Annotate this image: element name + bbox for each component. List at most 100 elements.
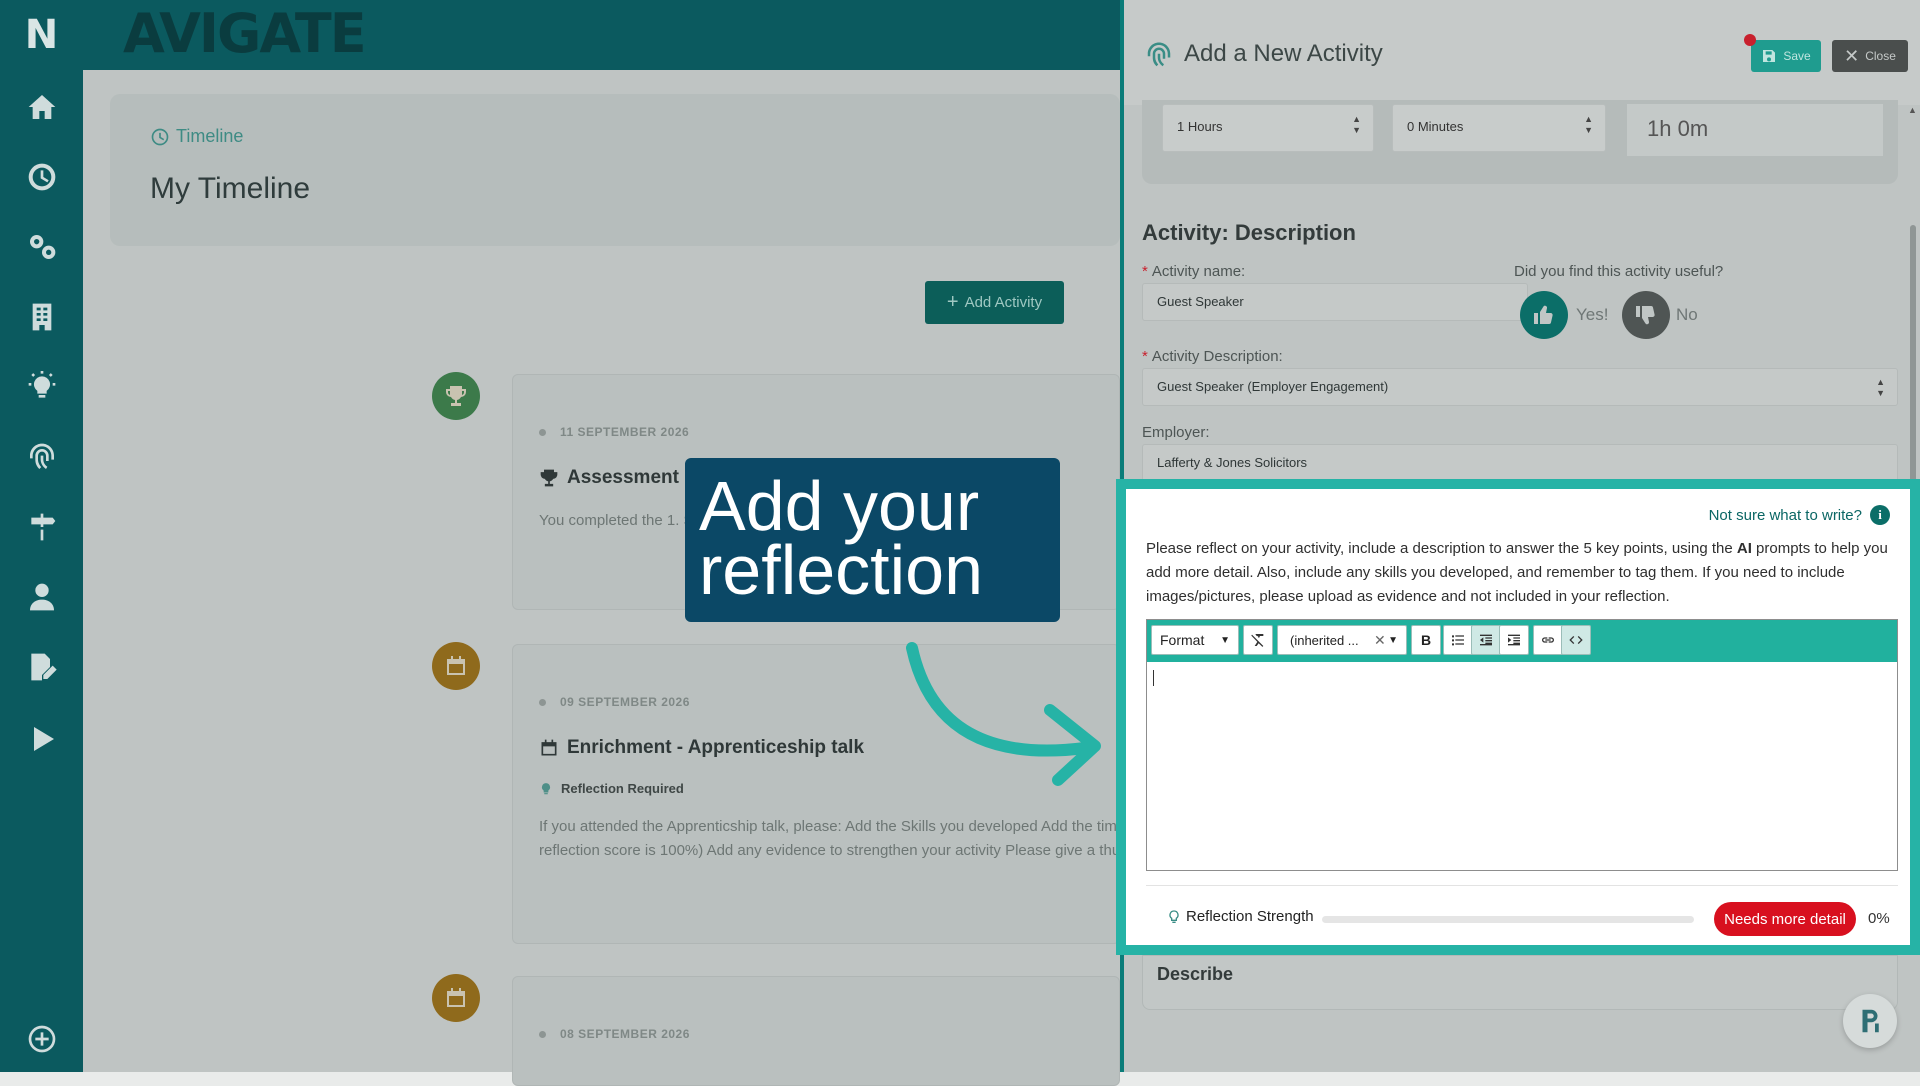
scroll-up-icon[interactable]: ▲ (1908, 105, 1917, 115)
add-activity-button[interactable]: + Add Activity (925, 281, 1064, 324)
close-label: Close (1865, 49, 1896, 63)
source-code-icon[interactable] (1561, 625, 1591, 655)
useful-no-label: No (1676, 305, 1698, 324)
font-dropdown[interactable]: (inherited ... ✕ ▼ (1277, 625, 1407, 655)
page-title: My Timeline (150, 172, 311, 205)
plus-circle-icon[interactable] (17, 1014, 67, 1064)
needs-more-detail-badge[interactable]: Needs more detail (1714, 902, 1856, 936)
minutes-select[interactable]: 0 Minutes (1392, 104, 1606, 152)
indent-icon[interactable] (1499, 625, 1529, 655)
cogs-icon[interactable] (17, 222, 67, 272)
breadcrumb-label: Timeline (176, 126, 244, 146)
breadcrumb[interactable]: Timeline (150, 126, 243, 147)
not-sure-link[interactable]: Not sure what to write? i (1709, 505, 1890, 525)
user-icon[interactable] (17, 572, 67, 622)
activity-description-label-text: Activity Description: (1151, 348, 1283, 365)
callout-line-1: Add your (699, 467, 980, 545)
font-label: (inherited ... (1290, 632, 1359, 648)
useful-yes-label: Yes! (1576, 305, 1609, 324)
format-dropdown[interactable]: Format ▼ (1151, 625, 1239, 655)
brand-logo[interactable]: AVIGATE (123, 2, 367, 65)
activity-name-label: * Activity name: (1142, 263, 1246, 280)
sidebar: N (0, 0, 83, 1072)
home-icon[interactable] (17, 82, 67, 132)
timeline-title-text: Enrichment - Apprenticeship talk (567, 737, 865, 758)
save-button[interactable]: Save (1751, 40, 1821, 72)
thumbs-down-icon[interactable] (1622, 291, 1670, 339)
strength-percent: 0% (1868, 910, 1890, 927)
format-label: Format (1160, 632, 1205, 648)
reflection-required-label: Reflection Required (561, 781, 684, 796)
activity-name-label-text: Activity name: (1151, 263, 1246, 280)
timeline-title: Enrichment - Apprenticeship talk (539, 737, 864, 759)
scroll-thumb[interactable] (1910, 225, 1916, 485)
bullet-list-icon[interactable] (1443, 625, 1473, 655)
describe-card[interactable]: Describe (1142, 955, 1898, 1010)
timeline-date: 11 SEPTEMBER 2026 (539, 425, 689, 439)
save-icon (1763, 50, 1776, 62)
page-header-card (110, 94, 1120, 246)
close-button[interactable]: ✕ Close (1832, 40, 1908, 72)
calendar-icon (432, 642, 480, 690)
timeline-title: Assessment ( (539, 467, 691, 489)
reflection-strength: Reflection Strength Needs more detail 0% (1146, 885, 1898, 947)
fingerprint-icon[interactable] (17, 432, 67, 482)
help-logo-icon (1862, 1009, 1879, 1033)
reflection-strength-text: Reflection Strength (1186, 908, 1314, 925)
calendar-icon (432, 974, 480, 1022)
fingerprint-icon (1147, 42, 1171, 67)
add-activity-label: Add Activity (964, 294, 1043, 311)
activity-description-label: * Activity Description: (1142, 348, 1283, 365)
duration-total: 1h 0m (1627, 104, 1883, 156)
clock-icon (151, 128, 169, 145)
building-icon[interactable] (17, 292, 67, 342)
strength-bar (1322, 916, 1694, 923)
activity-description-select[interactable]: Guest Speaker (Employer Engagement) (1142, 368, 1898, 406)
signpost-icon[interactable] (17, 502, 67, 552)
reflection-instructions: Please reflect on your activity, include… (1146, 537, 1894, 609)
calendar-icon (541, 739, 557, 756)
caret-down-icon: ▼ (1220, 634, 1230, 646)
timeline-title-text: Assessment ( (567, 467, 691, 488)
thumbs-up-icon[interactable] (1520, 291, 1568, 339)
describe-heading: Describe (1157, 964, 1234, 984)
instructions-text: Please reflect on your activity, include… (1146, 540, 1737, 557)
timeline-text: reflection score is 100%) Add any eviden… (539, 842, 1121, 859)
clock-icon[interactable] (17, 152, 67, 202)
sidebar-logo[interactable]: N (0, 0, 83, 70)
play-icon[interactable] (17, 714, 67, 764)
save-label: Save (1783, 49, 1811, 63)
outdent-icon[interactable] (1471, 625, 1501, 655)
info-icon[interactable]: i (1870, 505, 1890, 525)
timeline-text: You completed the 1. S (539, 512, 694, 529)
tutorial-callout: Add your reflection (685, 458, 1060, 622)
useful-label: Did you find this activity useful? (1514, 263, 1724, 280)
timeline-date: 08 SEPTEMBER 2026 (539, 1027, 690, 1041)
employer-input[interactable]: Lafferty & Jones Solicitors (1142, 444, 1898, 482)
reflection-textarea[interactable] (1147, 662, 1897, 870)
help-widget-button[interactable] (1843, 994, 1897, 1048)
editor-toolbar: Format ▼ (inherited ... ✕ ▼ B (1147, 620, 1897, 662)
panel-title: Add a New Activity (1184, 40, 1383, 67)
hours-select[interactable]: 1 Hours (1162, 104, 1374, 152)
unsaved-indicator (1744, 34, 1756, 46)
timeline-text: If you attended the Apprenticship talk, … (539, 818, 1117, 835)
callout-line-2: reflection (699, 531, 984, 609)
section-title: Activity: Description (1142, 220, 1356, 245)
remove-format-icon[interactable] (1243, 625, 1273, 655)
bold-button[interactable]: B (1411, 625, 1441, 655)
reflection-editor[interactable]: Format ▼ (inherited ... ✕ ▼ B (1146, 619, 1898, 871)
edit-document-icon[interactable] (17, 642, 67, 692)
instructions-ai: AI (1736, 540, 1752, 557)
clear-icon[interactable]: ✕ (1374, 632, 1386, 649)
timeline-date: 09 SEPTEMBER 2026 (539, 695, 690, 709)
employer-label: Employer: (1142, 424, 1210, 441)
not-sure-label: Not sure what to write? (1708, 506, 1862, 524)
lightbulb-icon[interactable] (17, 362, 67, 412)
activity-name-input[interactable]: Guest Speaker (1142, 283, 1528, 321)
top-bar: AVIGATE (83, 0, 1120, 70)
reflection-highlight: Not sure what to write? i Please reflect… (1116, 479, 1920, 955)
link-icon[interactable] (1533, 625, 1563, 655)
timeline-item[interactable]: 08 SEPTEMBER 2026 (512, 976, 1120, 1086)
lightbulb-icon (1169, 909, 1179, 923)
